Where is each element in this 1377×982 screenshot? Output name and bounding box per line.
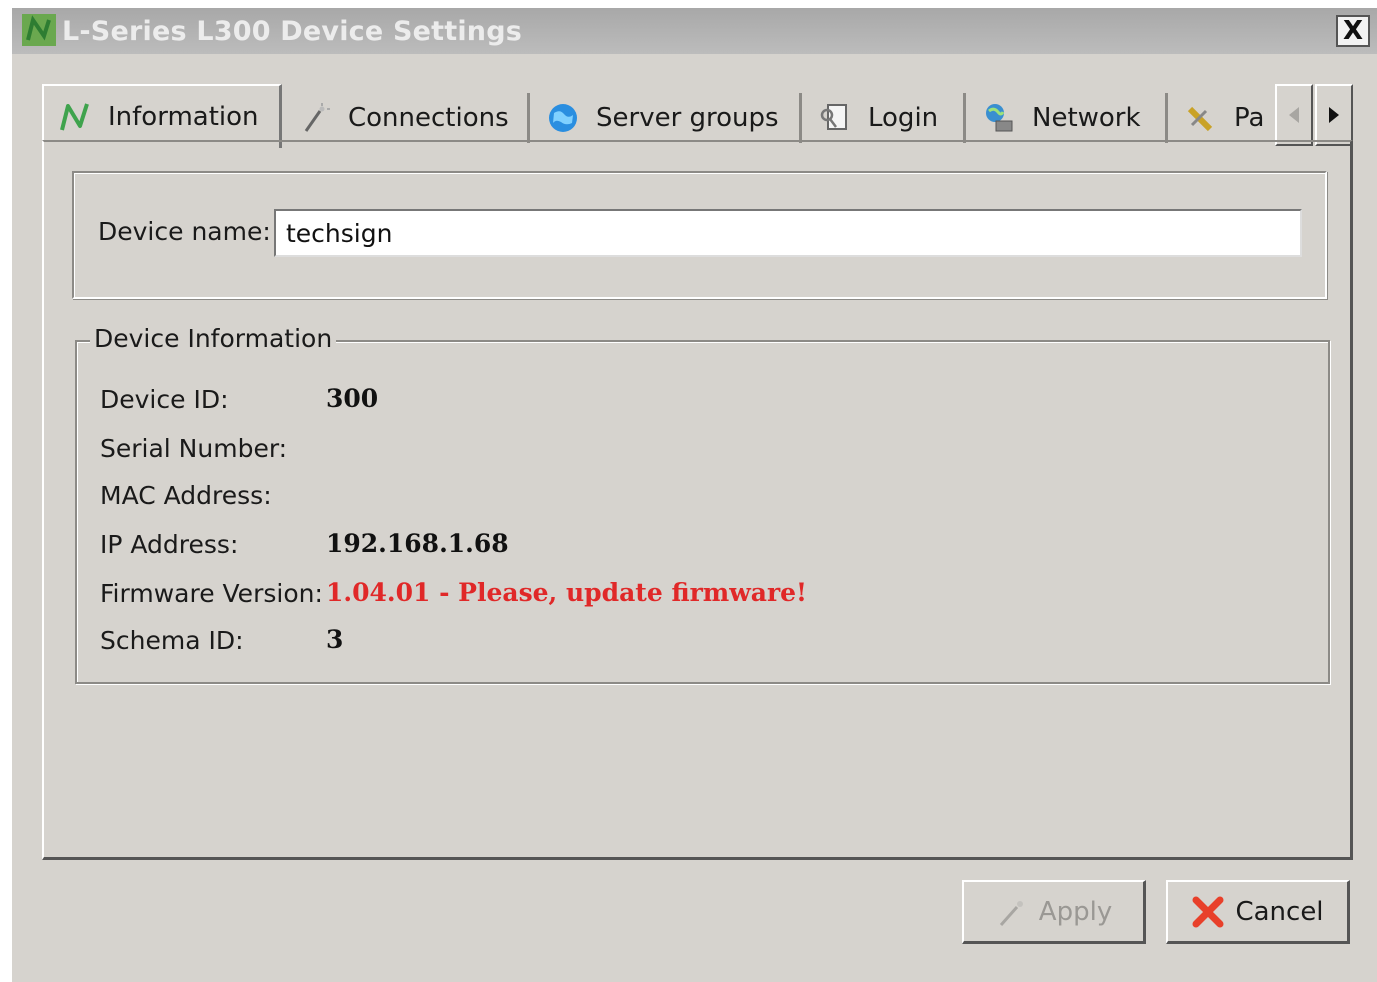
cancel-button[interactable]: Cancel bbox=[1166, 880, 1350, 944]
magic-wand-icon bbox=[304, 103, 330, 132]
title-bar[interactable]: L-Series L300 Device Settings X bbox=[12, 8, 1377, 54]
tab-label: Login bbox=[868, 103, 939, 133]
device-id-value: 300 bbox=[326, 384, 379, 413]
device-id-label: Device ID: bbox=[100, 385, 229, 414]
mac-address-label: MAC Address: bbox=[100, 481, 272, 510]
window-title: L-Series L300 Device Settings bbox=[62, 16, 523, 47]
key-document-icon bbox=[820, 104, 847, 130]
apply-button-label: Apply bbox=[1038, 896, 1113, 927]
close-button[interactable]: X bbox=[1336, 15, 1370, 47]
tab-network[interactable]: Network bbox=[968, 93, 1168, 143]
tab-label: Server groups bbox=[596, 103, 779, 133]
tab-label: Information bbox=[108, 102, 259, 132]
ip-address-label: IP Address: bbox=[100, 530, 239, 559]
app-logo-icon bbox=[22, 14, 56, 46]
cancel-button-label: Cancel bbox=[1235, 896, 1324, 927]
settings-window: L-Series L300 Device Settings X Informat… bbox=[12, 8, 1377, 982]
apply-wand-icon bbox=[999, 900, 1023, 926]
tab-server-groups[interactable]: Server groups bbox=[532, 93, 802, 143]
schema-id-value: 3 bbox=[326, 625, 344, 654]
device-name-label: Device name: bbox=[98, 217, 271, 246]
tab-information[interactable]: Information bbox=[42, 84, 282, 148]
schema-id-label: Schema ID: bbox=[100, 626, 244, 655]
device-name-input[interactable] bbox=[274, 209, 1302, 257]
right-arrow-icon bbox=[1329, 107, 1339, 123]
firmware-version-value: 1.04.01 - Please, update firmware! bbox=[326, 578, 808, 607]
left-arrow-icon bbox=[1289, 107, 1299, 123]
tab-label: Network bbox=[1032, 103, 1141, 133]
nexmosphere-logo-icon bbox=[60, 103, 89, 131]
device-information-group bbox=[75, 340, 1330, 684]
apply-button[interactable]: Apply bbox=[962, 880, 1146, 944]
network-computer-icon bbox=[986, 104, 1013, 132]
tab-login[interactable]: Login bbox=[804, 93, 966, 143]
firmware-version-label: Firmware Version: bbox=[100, 579, 323, 608]
tab-label: Pa bbox=[1234, 103, 1265, 133]
device-information-title: Device Information bbox=[90, 324, 337, 353]
tab-scroll-right-button[interactable] bbox=[1315, 84, 1353, 146]
pencil-tools-icon bbox=[1187, 106, 1213, 132]
tab-scroll-left-button[interactable] bbox=[1275, 84, 1313, 146]
serial-number-label: Serial Number: bbox=[100, 434, 288, 463]
globe-icon bbox=[549, 104, 577, 132]
red-x-icon bbox=[1192, 896, 1224, 927]
tab-label: Connections bbox=[348, 103, 509, 133]
tab-partial[interactable]: Pa bbox=[1170, 93, 1275, 143]
tab-connections[interactable]: Connections bbox=[284, 93, 530, 143]
ip-address-value: 192.168.1.68 bbox=[326, 529, 509, 558]
tab-scroll-buttons bbox=[1275, 84, 1353, 146]
